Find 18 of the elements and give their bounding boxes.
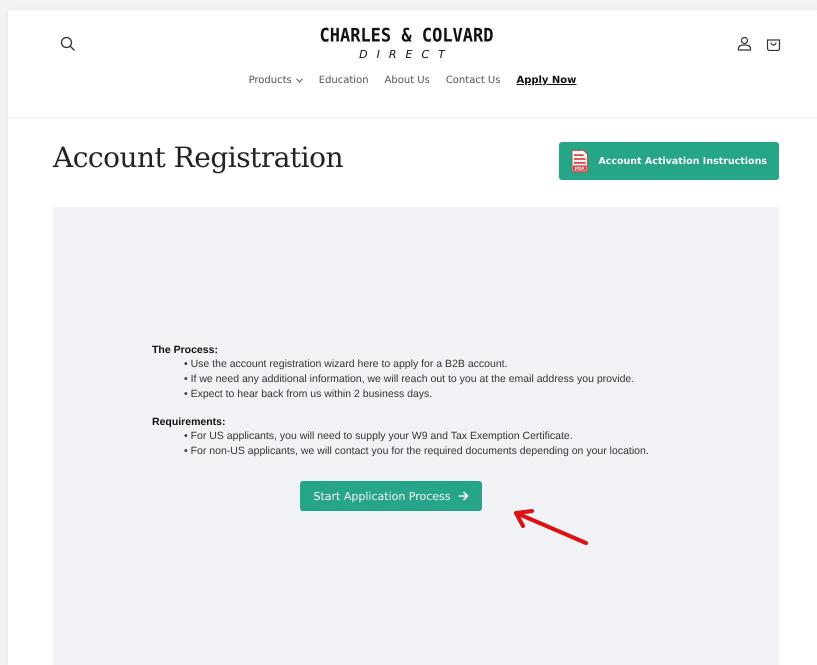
bullet-item: • Expect to hear back from us within 2 business days. [184, 387, 434, 402]
logo-text[interactable]: CHARLES & COLVARD [320, 25, 494, 47]
account-icon[interactable] [737, 36, 752, 51]
arrow-right-icon [458, 491, 469, 501]
nav-link[interactable]: Contact Us [446, 75, 500, 86]
section-heading: The Process: [152, 344, 219, 356]
nav-link[interactable]: Education [318, 75, 369, 86]
bullet-item: • If we need any additional information, we will reach out to you at the email address you provide. [184, 372, 636, 387]
logo-subtitle: DIRECT [359, 48, 454, 61]
bullet-item: • Use the account registration wizard here to apply for a B2B account. [184, 357, 509, 372]
bullet-item: • For non-US applicants, we will contact you for the required documents depending on your location. [184, 444, 650, 459]
search-icon[interactable] [60, 36, 76, 52]
nav-link[interactable]: Products [248, 75, 303, 86]
page-title: Account Registration [53, 140, 343, 174]
nav-link[interactable]: Apply Now [516, 75, 576, 86]
bullet-item: • For US applicants, you will need to supply your W9 and Tax Exemption Certificate. [184, 429, 574, 444]
section-heading: Requirements: [152, 416, 227, 428]
nav-link[interactable]: About Us [384, 75, 430, 86]
